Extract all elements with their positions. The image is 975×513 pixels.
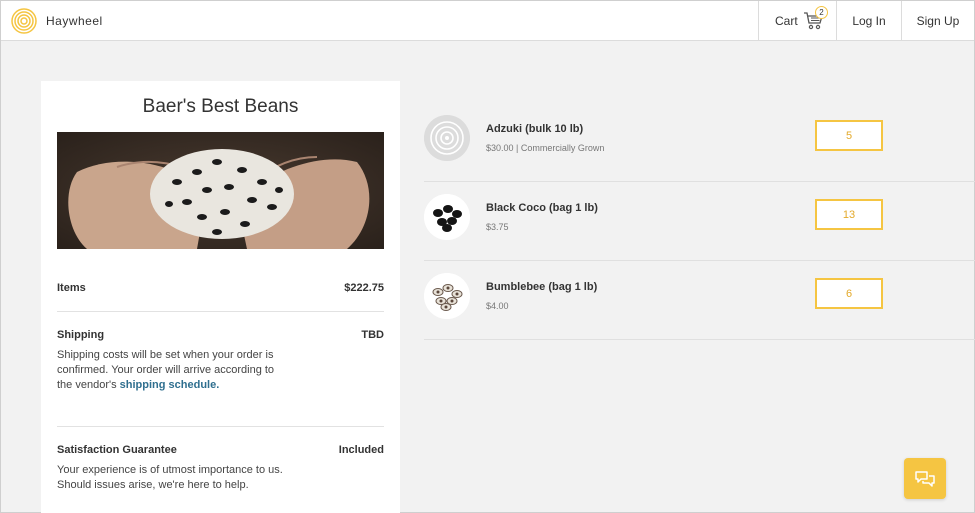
black-beans-image <box>424 194 470 240</box>
quantity-input[interactable] <box>815 278 883 309</box>
product-price: $3.75 <box>486 222 509 232</box>
placeholder-icon <box>424 115 470 161</box>
shipping-schedule-link[interactable]: shipping schedule. <box>120 379 220 391</box>
vendor-title: Baer's Best Beans <box>142 96 299 117</box>
chat-button[interactable] <box>904 458 946 499</box>
product-thumbnail <box>424 273 470 319</box>
login-link[interactable]: Log In <box>836 1 901 41</box>
cart-button[interactable]: Cart 2 <box>758 1 836 41</box>
quantity-input[interactable] <box>815 120 883 151</box>
product-row: Black Coco (bag 1 lb) $3.75 <box>424 182 975 261</box>
haywheel-logo-icon[interactable] <box>11 8 37 34</box>
product-name[interactable]: Black Coco (bag 1 lb) <box>486 202 598 214</box>
cart-count-badge: 2 <box>815 6 828 19</box>
product-thumbnail <box>424 194 470 240</box>
shipping-row: Shipping TBD Shipping costs will be set … <box>57 329 384 419</box>
items-total: $222.75 <box>344 282 384 294</box>
quantity-input[interactable] <box>815 199 883 230</box>
bumblebee-beans-image <box>424 273 470 319</box>
product-thumbnail <box>424 115 470 161</box>
vendor-hero-image <box>57 132 384 249</box>
items-label: Items <box>57 282 86 294</box>
product-price: $30.00 | Commercially Grown <box>486 143 605 153</box>
cart-label: Cart <box>775 14 798 28</box>
guarantee-label: Satisfaction Guarantee <box>57 444 177 456</box>
shipping-description: Shipping costs will be set when your ord… <box>57 348 287 393</box>
top-navbar: Haywheel Cart 2 Log In Sign Up <box>1 1 974 41</box>
guarantee-value: Included <box>338 444 384 456</box>
product-row: Adzuki (bulk 10 lb) $30.00 | Commerciall… <box>424 103 975 182</box>
guarantee-row: Satisfaction Guarantee Included Your exp… <box>57 444 384 504</box>
divider <box>57 311 384 312</box>
divider <box>57 426 384 427</box>
product-row: Bumblebee (bag 1 lb) $4.00 <box>424 261 975 340</box>
signup-link[interactable]: Sign Up <box>901 1 974 41</box>
order-summary-card: Baer's Best Beans Items $222.75 Shipping… <box>41 81 400 513</box>
chat-bubbles-icon <box>915 470 935 487</box>
product-name[interactable]: Adzuki (bulk 10 lb) <box>486 123 583 135</box>
brand-name[interactable]: Haywheel <box>46 14 103 28</box>
product-price: $4.00 <box>486 301 509 311</box>
shipping-label: Shipping <box>57 329 105 341</box>
items-row: Items $222.75 <box>57 282 384 302</box>
product-name[interactable]: Bumblebee (bag 1 lb) <box>486 281 597 293</box>
guarantee-description: Your experience is of utmost importance … <box>57 464 283 491</box>
shipping-value: TBD <box>361 329 384 341</box>
